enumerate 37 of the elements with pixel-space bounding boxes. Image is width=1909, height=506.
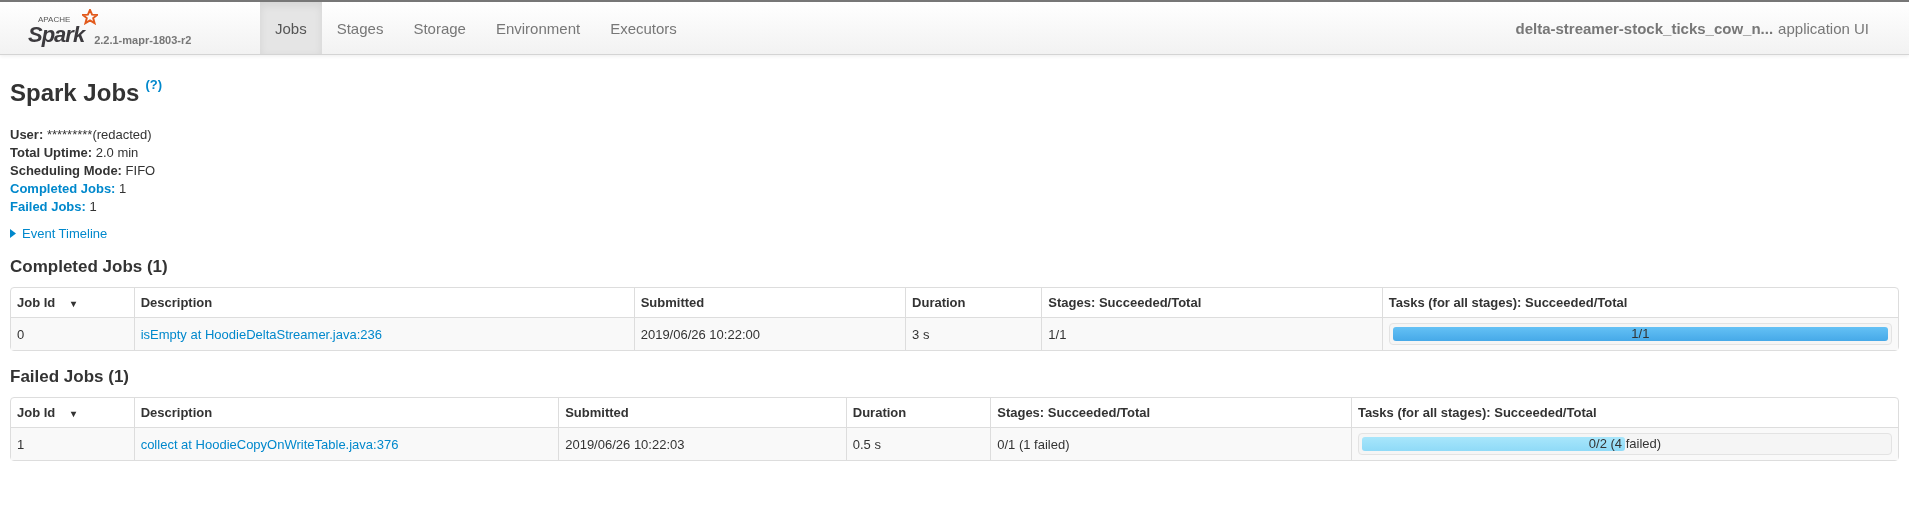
app-suffix: application UI — [1778, 19, 1869, 37]
star-icon — [82, 9, 99, 25]
nav-tab[interactable]: Environment — [480, 2, 596, 54]
app-name: delta-streamer-stock_ticks_cow_n... — [1515, 19, 1774, 37]
summary-line: Completed Jobs: 1 — [10, 181, 128, 196]
logo-wordmark: Spark — [28, 24, 85, 46]
job-link[interactable]: isEmpty at HoodieDeltaStreamer.java:236 — [140, 326, 382, 342]
sort-mark: ▾ — [71, 298, 77, 309]
page-title: Spark Jobs — [10, 79, 140, 107]
table-cell: 0/1 (1 failed) — [990, 427, 1351, 460]
table-cell: 2019/06/26 10:22:03 — [558, 427, 846, 460]
summary-line: Failed Jobs: 1 — [10, 199, 98, 214]
table-cell: 0 — [11, 317, 134, 350]
progress-label: 0/2 (4 failed) — [1587, 435, 1663, 453]
column-header[interactable]: Job Id ▾ — [11, 398, 134, 427]
sort-mark: ▾ — [71, 408, 77, 419]
section-title: Completed Jobs (1) — [10, 257, 169, 277]
nav-tab[interactable]: Executors — [595, 2, 692, 54]
summary-line: Total Uptime: 2.0 min — [10, 145, 140, 160]
progress-label: 1/1 — [1630, 325, 1651, 343]
summary-line: User: *********(redacted) — [10, 127, 153, 142]
table-cell: 1 — [11, 427, 134, 460]
help-link[interactable]: (?) — [145, 77, 162, 92]
column-header[interactable]: Job Id ▾ — [11, 288, 134, 317]
version-label: 2.2.1-mapr-1803-r2 — [94, 34, 192, 46]
table-cell: 1/1 — [1041, 317, 1382, 350]
event-timeline-link[interactable]: Event Timeline — [10, 226, 1899, 241]
logo-caption: APACHE — [38, 15, 71, 24]
section-title: Failed Jobs (1) — [10, 367, 131, 387]
nav-tab[interactable]: Jobs — [260, 2, 322, 54]
summary-line: Scheduling Mode: FIFO — [10, 163, 157, 178]
table-cell: 0.5 s — [845, 427, 991, 460]
table-cell: 3 s — [905, 317, 1042, 350]
table-cell: 2019/06/26 10:22:00 — [633, 317, 906, 350]
job-link[interactable]: collect at HoodieCopyOnWriteTable.java:376 — [140, 436, 399, 452]
nav-tab[interactable]: Stages — [321, 2, 399, 54]
nav-tab[interactable]: Storage — [398, 2, 481, 54]
